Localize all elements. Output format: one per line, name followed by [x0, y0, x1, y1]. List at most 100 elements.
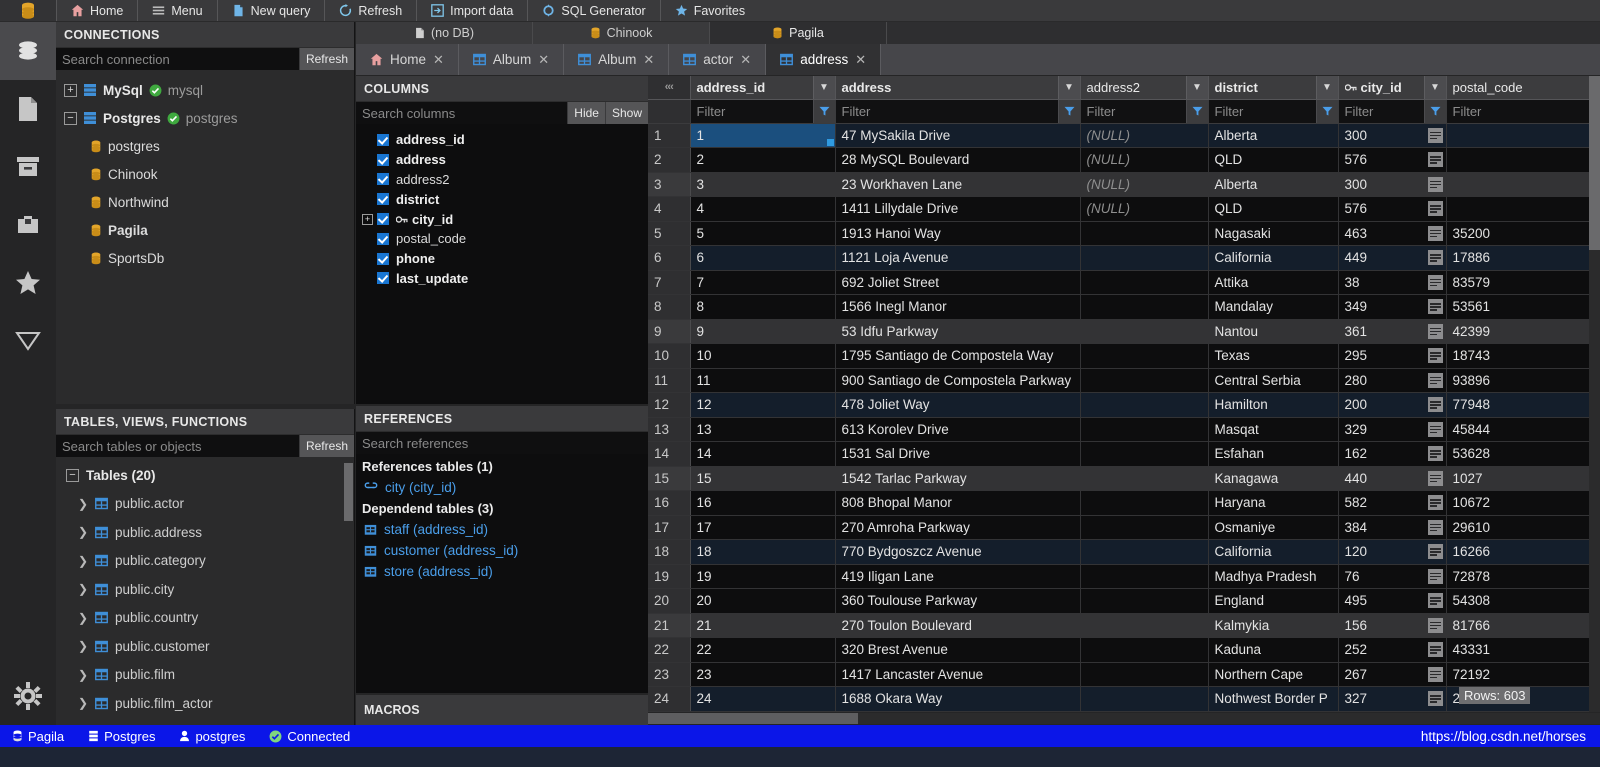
status-user[interactable]: postgres — [167, 729, 257, 744]
expand-icon[interactable]: + — [64, 83, 77, 97]
lookup-icon[interactable] — [1427, 397, 1443, 413]
cell-city-id[interactable]: 252 — [1338, 637, 1447, 663]
column-checkbox[interactable] — [377, 153, 389, 166]
lookup-icon[interactable] — [1427, 152, 1443, 168]
table-row[interactable]: 14 14 1531 Sal Drive Esfahan 162 53628 — [648, 441, 1600, 467]
cell-address2[interactable] — [1080, 588, 1209, 614]
grid-header-district[interactable]: district ▼ — [1208, 76, 1339, 100]
lookup-icon[interactable] — [1427, 323, 1443, 339]
tables-refresh-button[interactable]: Refresh — [298, 435, 354, 457]
cell-address-id[interactable]: 16 — [690, 490, 836, 516]
hide-columns-button[interactable]: Hide — [567, 102, 605, 124]
cell-district[interactable]: Kanagawa — [1208, 466, 1339, 491]
cell-postal-code[interactable]: 29610 — [1446, 515, 1600, 540]
collapse-icon[interactable]: − — [64, 111, 77, 125]
lookup-icon[interactable] — [1427, 519, 1443, 535]
cell-address-id[interactable]: 23 — [690, 662, 836, 687]
filter-icon[interactable] — [1185, 99, 1208, 123]
cell-district[interactable]: Texas — [1208, 343, 1339, 369]
row-number[interactable]: 11 — [648, 368, 691, 393]
expand-icon[interactable]: + — [362, 213, 373, 225]
cell-city-id[interactable]: 76 — [1338, 564, 1447, 589]
status-database[interactable]: Pagila — [0, 729, 76, 744]
collapse-icon[interactable]: − — [66, 468, 79, 482]
cell-postal-code[interactable]: 83579 — [1446, 270, 1600, 295]
column-checkbox[interactable] — [377, 173, 389, 186]
row-number[interactable]: 24 — [648, 686, 691, 712]
cell-address[interactable]: 270 Toulon Boulevard — [835, 613, 1081, 638]
table-item-actor[interactable]: ❯ public.actor — [56, 490, 354, 519]
cell-address[interactable]: 478 Joliet Way — [835, 392, 1081, 418]
row-number[interactable]: 1 — [648, 123, 691, 148]
cell-address[interactable]: 320 Brest Avenue — [835, 637, 1081, 663]
cell-address-id[interactable]: 22 — [690, 637, 836, 663]
lookup-icon[interactable] — [1427, 127, 1443, 143]
rail-settings-button[interactable] — [0, 667, 56, 725]
close-icon[interactable]: ✕ — [855, 52, 866, 68]
status-server[interactable]: Postgres — [76, 729, 167, 744]
cell-address[interactable]: 1913 Hanoi Way — [835, 221, 1081, 246]
cell-address2[interactable]: (NULL) — [1080, 147, 1209, 173]
column-checkbox[interactable] — [377, 213, 389, 226]
tables-group-header[interactable]: − Tables (20) — [56, 461, 354, 490]
lookup-icon[interactable] — [1427, 225, 1443, 241]
filter-input-postal-code[interactable] — [1446, 103, 1600, 119]
table-row[interactable]: 8 8 1566 Inegl Manor Mandalay 349 53561 — [648, 294, 1600, 320]
row-number[interactable]: 23 — [648, 662, 691, 687]
chevron-down-icon[interactable]: ▼ — [1185, 76, 1208, 99]
connection-node-postgres[interactable]: − Postgres postgres — [56, 104, 354, 132]
close-icon[interactable]: ✕ — [643, 52, 654, 68]
cell-postal-code[interactable]: 93896 — [1446, 368, 1600, 393]
table-row[interactable]: 17 17 270 Amroha Parkway Osmaniye 384 29610 — [648, 515, 1600, 540]
chevron-down-icon[interactable]: ▼ — [812, 76, 835, 99]
cell-address[interactable]: 692 Joliet Street — [835, 270, 1081, 295]
row-number[interactable]: 13 — [648, 417, 691, 442]
table-row[interactable]: 1 1 47 MySakila Drive (NULL) Alberta 300 — [648, 123, 1600, 148]
table-item-category[interactable]: ❯ public.category — [56, 547, 354, 576]
cell-address[interactable]: 23 Workhaven Lane — [835, 172, 1081, 197]
column-checkbox[interactable] — [377, 193, 389, 206]
cell-address-id[interactable]: 21 — [690, 613, 836, 638]
cell-city-id[interactable]: 162 — [1338, 441, 1447, 467]
chevron-down-icon[interactable]: ▼ — [1423, 76, 1446, 99]
table-row[interactable]: 6 6 1121 Loja Avenue California 449 17886 — [648, 245, 1600, 271]
row-number[interactable]: 2 — [648, 147, 691, 173]
cell-address2[interactable] — [1080, 490, 1209, 516]
row-number[interactable]: 20 — [648, 588, 691, 614]
cell-address[interactable]: 360 Toulouse Parkway — [835, 588, 1081, 614]
column-item-address2[interactable]: address2 — [356, 170, 648, 190]
grid-header-address-id[interactable]: address_id ▼ — [690, 76, 836, 100]
lookup-icon[interactable] — [1427, 642, 1443, 658]
lookup-icon[interactable] — [1427, 544, 1443, 560]
connections-refresh-button[interactable]: Refresh — [298, 48, 354, 70]
cell-city-id[interactable]: 280 — [1338, 368, 1447, 393]
table-row[interactable]: 23 23 1417 Lancaster Avenue Northern Cape 26… — [648, 662, 1600, 687]
cell-address-id[interactable]: 15 — [690, 466, 836, 491]
cell-address2[interactable] — [1080, 417, 1209, 442]
search-tables-input[interactable] — [56, 435, 299, 457]
cell-district[interactable]: Central Serbia — [1208, 368, 1339, 393]
table-row[interactable]: 18 18 770 Bydgoszcz Avenue California 120 162… — [648, 539, 1600, 565]
cell-address[interactable]: 1411 Lillydale Drive — [835, 196, 1081, 222]
cell-address2[interactable] — [1080, 466, 1209, 491]
cell-address-id[interactable]: 12 — [690, 392, 836, 418]
column-item-phone[interactable]: phone — [356, 249, 648, 269]
cell-city-id[interactable]: 349 — [1338, 294, 1447, 320]
cell-address-id[interactable]: 4 — [690, 196, 836, 222]
chevron-down-icon[interactable]: ▼ — [1315, 76, 1338, 99]
cell-address[interactable]: 1566 Inegl Manor — [835, 294, 1081, 320]
table-item-city[interactable]: ❯ public.city — [56, 575, 354, 604]
toolbar-favorites-button[interactable]: Favorites — [659, 0, 759, 21]
filter-icon[interactable] — [1315, 99, 1338, 123]
cell-address2[interactable]: (NULL) — [1080, 172, 1209, 197]
lookup-icon[interactable] — [1427, 617, 1443, 633]
cell-address-id[interactable]: 17 — [690, 515, 836, 540]
cell-address-id[interactable]: 5 — [690, 221, 836, 246]
lookup-icon[interactable] — [1427, 201, 1443, 217]
db-tab-pagila[interactable]: Pagila — [710, 22, 887, 44]
cell-district[interactable]: Masqat — [1208, 417, 1339, 442]
cell-address[interactable]: 770 Bydgoszcz Avenue — [835, 539, 1081, 565]
row-number[interactable]: 12 — [648, 392, 691, 418]
cell-city-id[interactable]: 200 — [1338, 392, 1447, 418]
cell-district[interactable]: Osmaniye — [1208, 515, 1339, 540]
